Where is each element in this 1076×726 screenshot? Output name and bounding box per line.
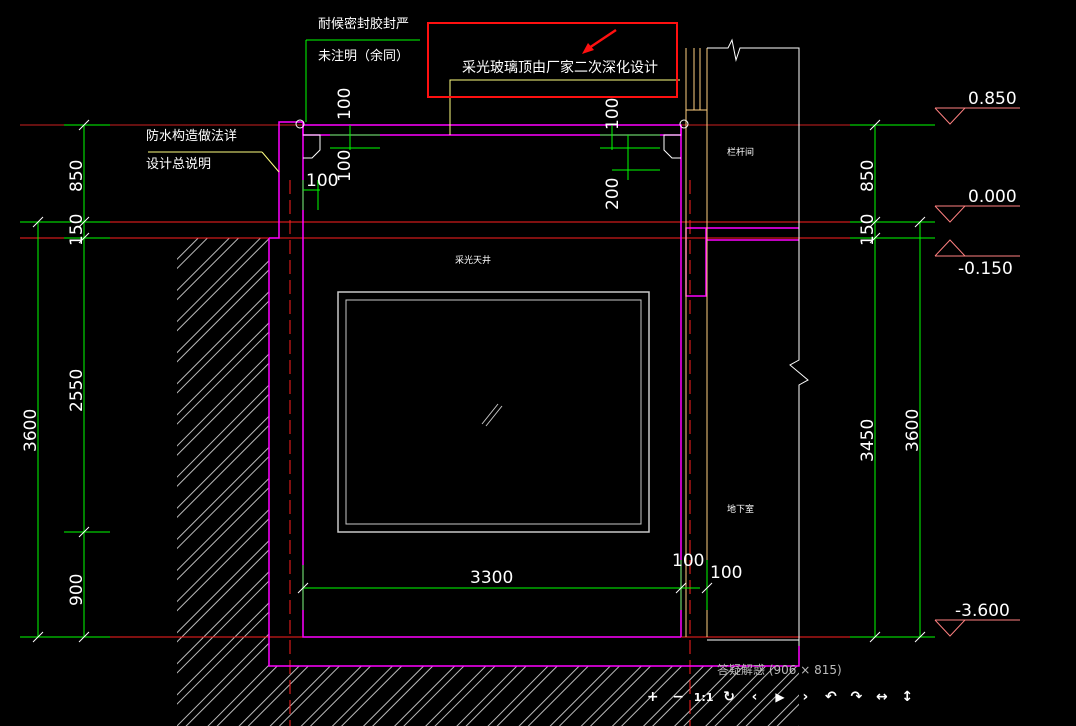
edge-details [295,38,809,646]
image-caption: 答疑解惑 (906 × 815) [717,663,842,677]
red-arrow-icon [582,28,617,54]
elevation-minus-0150: -0.150 [958,259,1013,279]
actual-size-button[interactable]: 1:1 [691,686,716,708]
play-icon[interactable]: ▶ [767,686,792,708]
rotate-right-icon[interactable]: ↷ [844,686,869,708]
dim-left-850: 850 [67,160,87,192]
elevation-0850: 0.850 [968,89,1017,109]
flip-vertical-icon[interactable]: ↕ [895,686,920,708]
walls [268,121,800,667]
dim-right-150: 150 [858,214,878,246]
rotate-left-icon[interactable]: ↶ [818,686,843,708]
elevation-minus-3600: -3.600 [955,601,1010,621]
zoom-in-button[interactable]: + [640,686,665,708]
window [337,291,650,533]
dim-right-850: 850 [858,160,878,192]
highlight-note: 采光玻璃顶由厂家二次深化设计 [462,59,658,76]
label-lighting-well: 采光天井 [455,254,491,266]
dim-top-100a: 100 [335,88,355,120]
flip-horizontal-icon[interactable]: ↔ [869,686,894,708]
dim-bottom-3300: 3300 [470,568,513,588]
dim-left-900: 900 [67,574,87,606]
cad-drawing: 采光玻璃顶由厂家二次深化设计 耐候密封胶封严 未注明（余同） 防水构造做法详 设… [20,16,1020,726]
dim-left-150: 150 [67,214,87,246]
waterproof-note-line1: 防水构造做法详 [146,128,237,144]
dim-top-100c: 100 [603,98,623,130]
next-icon[interactable]: › [793,686,818,708]
glass-frame [685,48,708,637]
dim-left-3600: 3600 [21,409,41,452]
label-basement: 地下室 [727,503,754,515]
reset-icon[interactable]: ↻ [716,686,741,708]
dim-right-3600: 3600 [903,409,923,452]
leader-lines [148,79,680,173]
dim-mid-200: 200 [603,178,623,210]
dim-bottom-100b: 100 [710,563,742,583]
elevation-0000: 0.000 [968,187,1017,207]
zoom-out-button[interactable]: − [665,686,690,708]
axis-lines [20,124,935,726]
dim-left-2550: 2550 [67,369,87,412]
sealant-note-line1: 耐候密封胶封严 [318,16,409,32]
label-guardrail: 栏杆间 [727,146,754,158]
sealant-note-line2: 未注明（余同） [318,48,409,64]
viewer-toolbar: + − 1:1 ↻ ‹ ▶ › ↶ ↷ ↔ ↕ [640,686,920,708]
dim-right-3450: 3450 [858,419,878,462]
dim-top-100d: 100 [306,171,338,191]
dim-ticks [32,119,926,643]
waterproof-note-line2: 设计总说明 [146,157,211,172]
prev-icon[interactable]: ‹ [742,686,767,708]
soil-hatch-left [177,238,269,726]
dim-bottom-100a: 100 [672,551,704,571]
